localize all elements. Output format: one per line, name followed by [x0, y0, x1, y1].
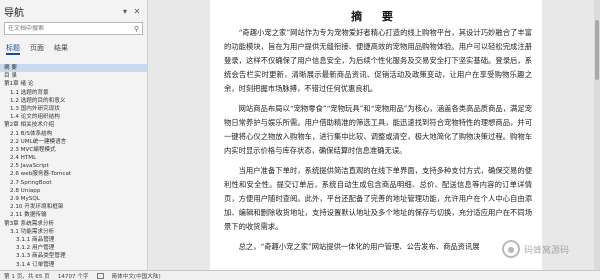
nav-tree-item[interactable]: 1.1 选题的背景 — [0, 89, 147, 97]
nav-tree-item[interactable]: 2.6 web服务器-Tomcat — [0, 170, 147, 178]
nav-tree-item[interactable]: 2.4 HTML — [0, 154, 147, 162]
nav-search-box[interactable]: ⚲ — [4, 22, 143, 35]
tab-pages[interactable]: 页面 — [30, 43, 44, 59]
nav-tree-item[interactable]: 1.3 国内外研究现状 — [0, 105, 147, 113]
paragraph: 当用户准备下单时，系统提供简洁直观的在线下单界面，支持多种支付方式，确保交易的便… — [224, 166, 532, 231]
navigation-pane: 导航 ▾ ✕ ⚲ 标题 页面 结果 摘 要目 录第1章 绪 论1.1 选题的背景… — [0, 0, 148, 270]
paragraph: 网站商品布局以“宠物零食”“宠物玩具”和“宠物用品”为核心，涵盖各类高品质商品，… — [224, 104, 532, 155]
heading-tree: 摘 要目 录第1章 绪 论 1.1 选题的背景 1.2 选题的目的和意义 1.3 国内… — [0, 59, 147, 269]
nav-tree-item[interactable]: 2.10 开发环境和框架 — [0, 203, 147, 211]
nav-title: 导航 — [4, 7, 24, 19]
paragraph: “奇趣小宠之家”网站作为专为宠物爱好者精心打造的线上购物平台，其设计巧妙融合了丰… — [224, 28, 532, 93]
nav-tree-item[interactable]: 3.1.3 商品类型管理 — [0, 252, 147, 260]
scrollbar-thumb[interactable] — [595, 20, 599, 80]
chevron-down-icon[interactable]: ▾ — [119, 7, 131, 16]
nav-tree-item[interactable]: 2.8 Uniapp — [0, 187, 147, 195]
document-area: 摘 要 “奇趣小宠之家”网站作为专为宠物爱好者精心打造的线上购物平台，其设计巧妙… — [149, 0, 600, 270]
nav-tree-item[interactable]: 2.2 UML统一建模语言 — [0, 138, 147, 146]
word-count[interactable]: 14707 个字 — [58, 272, 89, 280]
language-indicator[interactable]: 简体中文(中国大陆) — [112, 272, 161, 280]
nav-tree-item[interactable]: 2.9 MySQL — [0, 195, 147, 203]
status-bar: 第 1 页，共 65 页 14707 个字 简体中文(中国大陆) — [0, 270, 600, 280]
nav-tree-item[interactable]: 2.1 B/S体系结构 — [0, 130, 147, 138]
nav-header: 导航 ▾ ✕ — [0, 0, 147, 22]
nav-tree-item[interactable]: 第2章 相关技术介绍 — [0, 121, 147, 129]
document-page: 摘 要 “奇趣小宠之家”网站作为专为宠物爱好者精心打造的线上购物平台，其设计巧妙… — [210, 0, 542, 270]
proofing-icon[interactable] — [96, 272, 104, 279]
tab-headings[interactable]: 标题 — [6, 43, 20, 55]
nav-tree-item[interactable]: 第3章 系统需求分析 — [0, 220, 147, 228]
nav-tree-item[interactable]: 3.1.2 用户管理 — [0, 244, 147, 252]
nav-tree-item[interactable]: 3.1.4 订单管理 — [0, 261, 147, 269]
search-icon[interactable]: ⚲ — [134, 25, 139, 33]
nav-search-input[interactable] — [8, 25, 134, 32]
nav-tree-item[interactable]: 3.1.1 商品管理 — [0, 236, 147, 244]
document-title: 摘 要 — [351, 10, 401, 23]
nav-tree-item[interactable]: 3.1 功能需求分析 — [0, 228, 147, 236]
watermark: ● 码蜂窝源码 — [502, 240, 569, 258]
nav-tree-item[interactable]: 2.11 数据传输 — [0, 211, 147, 219]
nav-tree-item[interactable]: 2.3 MVC编程模式 — [0, 146, 147, 154]
nav-tree-item[interactable]: 摘 要 — [0, 64, 147, 73]
nav-tree-item[interactable]: 目 录 — [0, 72, 147, 80]
document-body: “奇趣小宠之家”网站作为专为宠物爱好者精心打造的线上购物平台，其设计巧妙融合了丰… — [224, 26, 532, 254]
watermark-logo-icon: ● — [502, 240, 520, 258]
tab-results[interactable]: 结果 — [54, 43, 68, 59]
nav-tree-item[interactable]: 1.4 论文的组织结构 — [0, 113, 147, 121]
watermark-text: 码蜂窝源码 — [524, 245, 570, 256]
vertical-scrollbar[interactable] — [594, 0, 600, 270]
paragraph: 总之，“奇趣小宠之家”网站提供一体化的用户管理、公告发布、商品资讯展 — [238, 242, 480, 251]
nav-tree-item[interactable]: 2.7 SpringBoot — [0, 179, 147, 187]
close-icon[interactable]: ✕ — [131, 7, 143, 16]
nav-tree-item[interactable]: 1.2 选题的目的和意义 — [0, 97, 147, 105]
nav-tree-item[interactable]: 第1章 绪 论 — [0, 80, 147, 88]
nav-tabs: 标题 页面 结果 — [0, 35, 147, 59]
nav-tree-item[interactable]: 2.5 JavaScript — [0, 162, 147, 170]
page-count[interactable]: 第 1 页，共 65 页 — [4, 272, 50, 280]
